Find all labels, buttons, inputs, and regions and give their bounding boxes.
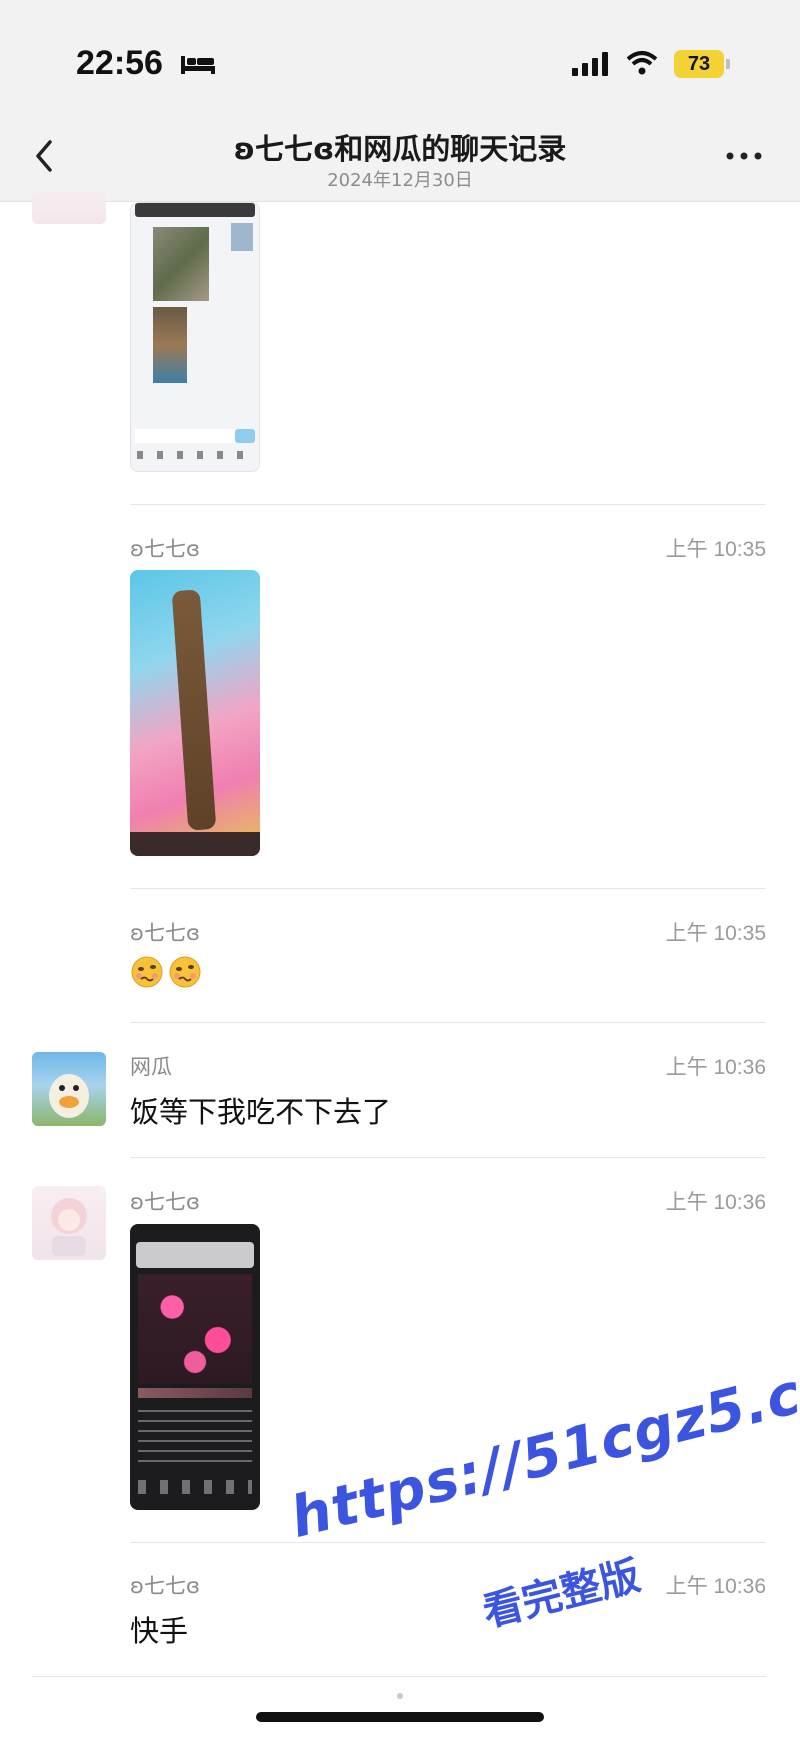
message-text: 快手 xyxy=(130,1614,189,1648)
avatar[interactable] xyxy=(32,1052,106,1126)
scroll-indicator xyxy=(397,1693,403,1699)
duck-avatar-icon xyxy=(49,1074,89,1118)
message-time: 上午 10:35 xyxy=(665,922,766,945)
emoji-row xyxy=(130,955,206,993)
message-image[interactable] xyxy=(130,1224,260,1510)
girl-avatar-icon xyxy=(51,1198,87,1256)
battery-cap xyxy=(726,59,730,69)
divider xyxy=(130,888,766,889)
message-time: 上午 10:36 xyxy=(665,1191,766,1214)
nav-bar: ʚ七七ɞ和网瓜的聊天记录 2024年12月30日 xyxy=(0,110,800,202)
message-sender: ʚ七七ɞ xyxy=(130,1574,200,1598)
message-image[interactable] xyxy=(130,570,260,856)
message-sender: ʚ七七ɞ xyxy=(130,1190,200,1214)
battery-icon: 73 xyxy=(674,50,724,78)
message-text: 饭等下我吃不下去了 xyxy=(130,1095,392,1129)
avatar[interactable] xyxy=(32,190,106,224)
message-time: 上午 10:36 xyxy=(665,1575,766,1598)
home-indicator[interactable] xyxy=(256,1712,544,1722)
message-sender: ʚ七七ɞ xyxy=(130,537,200,561)
woozy-face-emoji xyxy=(131,956,163,988)
page-title: ʚ七七ɞ和网瓜的聊天记录 xyxy=(233,132,567,166)
more-icon[interactable] xyxy=(724,150,764,162)
message-sender: 网瓜 xyxy=(130,1055,172,1079)
status-bar: 22:56 73 xyxy=(0,0,800,110)
divider xyxy=(130,1157,766,1158)
divider xyxy=(130,1022,766,1023)
page-date: 2024年12月30日 xyxy=(327,170,473,191)
signal-icon xyxy=(572,52,608,76)
bed-icon xyxy=(181,56,215,74)
divider xyxy=(32,1676,766,1677)
avatar[interactable] xyxy=(32,1186,106,1260)
status-time: 22:56 xyxy=(76,44,163,82)
message-time: 上午 10:35 xyxy=(665,538,766,561)
watermark-subtitle: 看完整版 xyxy=(478,1552,645,1637)
woozy-face-emoji xyxy=(169,956,201,988)
watermark-url: https://51cgz5.com xyxy=(284,1337,800,1551)
message-time: 上午 10:36 xyxy=(665,1056,766,1079)
divider xyxy=(130,1542,766,1543)
chat-screenshot-image[interactable] xyxy=(130,202,260,472)
divider xyxy=(130,504,766,505)
message-sender: ʚ七七ɞ xyxy=(130,921,200,945)
wifi-icon xyxy=(626,51,658,75)
